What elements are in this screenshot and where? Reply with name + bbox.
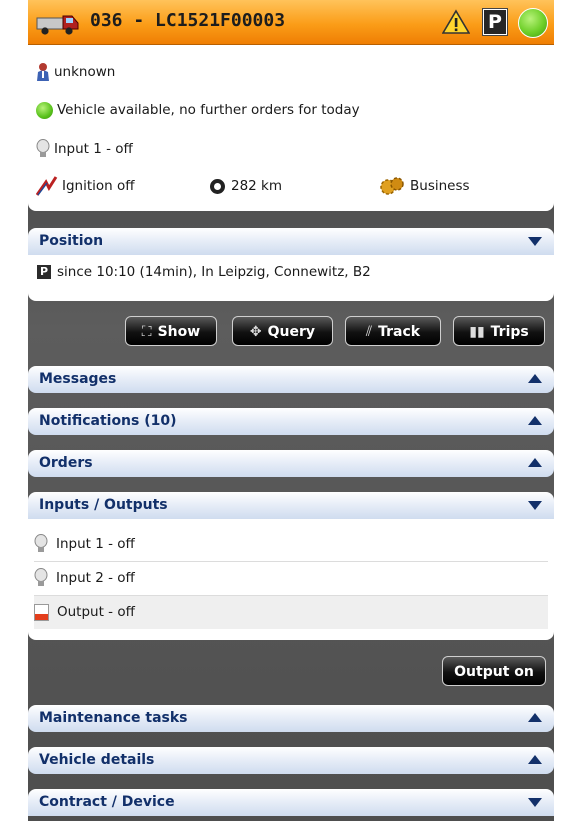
vehicle-title: 036 - LC1521F00003 xyxy=(90,10,286,31)
availability-text: Vehicle available, no further orders for… xyxy=(57,102,360,118)
driver-name: unknown xyxy=(54,64,116,80)
query-button-label: Query xyxy=(267,324,316,340)
input-text: Input 1 - off xyxy=(54,141,133,157)
target-icon: ⛶ xyxy=(141,324,152,340)
warning-icon[interactable] xyxy=(442,9,470,35)
chevron-up-icon xyxy=(528,755,542,764)
output-on-button[interactable]: Output on xyxy=(442,656,546,686)
query-button[interactable]: ✥ Query xyxy=(232,316,333,346)
mileage-text: 282 km xyxy=(231,178,283,194)
crosshair-icon: ✥ xyxy=(249,324,262,340)
section-maintenance-label: Maintenance tasks xyxy=(39,710,188,726)
section-orders[interactable]: Orders xyxy=(28,450,554,477)
show-button[interactable]: ⛶ Show xyxy=(125,316,217,346)
business-gear-icon xyxy=(380,177,404,195)
section-messages[interactable]: Messages xyxy=(28,366,554,393)
trip-type-row: Business xyxy=(378,175,470,197)
chevron-down-icon xyxy=(528,501,542,510)
io-item-input-2: Input 2 - off xyxy=(34,562,548,596)
chevron-down-icon xyxy=(528,798,542,807)
bulb-icon xyxy=(34,568,48,586)
status-green-icon xyxy=(36,101,53,119)
status-green-icon[interactable] xyxy=(518,8,548,38)
book-icon: ▮▮ xyxy=(469,324,485,340)
vehicle-panel: 036 - LC1521F00003 P unknown Vehicle ava… xyxy=(28,0,554,821)
section-io-label: Inputs / Outputs xyxy=(39,497,168,513)
parking-icon: P xyxy=(37,265,51,279)
parking-icon[interactable]: P xyxy=(483,9,507,35)
trips-button[interactable]: ▮▮ Trips xyxy=(453,316,545,346)
section-io[interactable]: Inputs / Outputs xyxy=(28,492,554,519)
bulb-icon xyxy=(36,139,50,157)
section-position-label: Position xyxy=(39,233,104,249)
show-button-label: Show xyxy=(157,324,201,340)
section-contract-device[interactable]: Contract / Device xyxy=(28,789,554,816)
position-text-row: Psince 10:10 (14min), In Leipzig, Connew… xyxy=(37,264,371,280)
io-item-input-1: Input 1 - off xyxy=(34,528,548,562)
ignition-row: Ignition off xyxy=(36,175,135,197)
ignition-icon xyxy=(36,176,58,196)
truck-icon xyxy=(36,15,79,35)
chevron-up-icon xyxy=(528,416,542,425)
section-vehicle-details-label: Vehicle details xyxy=(39,752,155,768)
section-maintenance[interactable]: Maintenance tasks xyxy=(28,705,554,732)
io-item-label: Input 2 - off xyxy=(56,570,135,586)
availability-row: Vehicle available, no further orders for… xyxy=(36,99,360,121)
vehicle-header[interactable]: 036 - LC1521F00003 P xyxy=(28,0,554,45)
output-on-button-label: Output on xyxy=(454,664,534,680)
chevron-down-icon xyxy=(528,237,542,246)
section-messages-label: Messages xyxy=(39,371,117,387)
io-item-label: Input 1 - off xyxy=(56,536,135,552)
chevron-up-icon xyxy=(528,374,542,383)
track-icon: ⫽ xyxy=(365,324,373,340)
track-button-label: Track xyxy=(378,324,421,340)
chevron-up-icon xyxy=(528,458,542,467)
io-item-label: Output - off xyxy=(57,604,135,620)
io-body: Input 1 - off Input 2 - off Output - off xyxy=(28,519,554,640)
section-orders-label: Orders xyxy=(39,455,93,471)
section-vehicle-details[interactable]: Vehicle details xyxy=(28,747,554,774)
bulb-icon xyxy=(34,534,48,552)
section-notifications-label: Notifications (10) xyxy=(39,413,177,429)
track-button[interactable]: ⫽ Track xyxy=(345,316,441,346)
trip-type-text: Business xyxy=(410,178,470,194)
driver-person-icon xyxy=(37,63,49,81)
vehicle-info-card: unknown Vehicle available, no further or… xyxy=(28,45,554,211)
io-item-output[interactable]: Output - off xyxy=(34,596,548,629)
driver-row[interactable]: unknown xyxy=(36,61,115,83)
mileage-row: 282 km xyxy=(210,175,282,197)
ignition-text: Ignition off xyxy=(62,178,135,194)
section-position[interactable]: Position xyxy=(28,228,554,255)
position-body: Psince 10:10 (14min), In Leipzig, Connew… xyxy=(28,255,554,301)
chevron-up-icon xyxy=(528,713,542,722)
section-contract-device-label: Contract / Device xyxy=(39,794,175,810)
tire-icon xyxy=(210,178,225,194)
section-notifications[interactable]: Notifications (10) xyxy=(28,408,554,435)
input-row: Input 1 - off xyxy=(36,138,133,160)
position-text: since 10:10 (14min), In Leipzig, Connewi… xyxy=(57,264,371,280)
trips-button-label: Trips xyxy=(490,324,529,340)
output-off-icon xyxy=(34,603,49,621)
